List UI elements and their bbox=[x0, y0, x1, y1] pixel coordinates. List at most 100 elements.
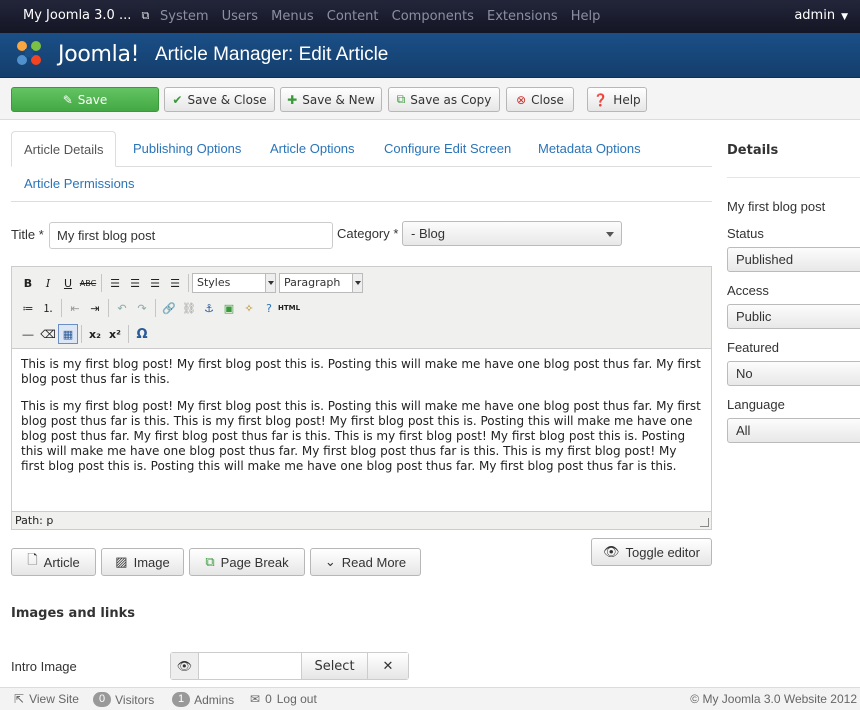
tab-article-permissions[interactable]: Article Permissions bbox=[24, 166, 135, 202]
access-label: Access bbox=[727, 283, 769, 298]
redo-icon[interactable]: ↷ bbox=[132, 298, 152, 318]
article-name: My first blog post bbox=[727, 199, 826, 214]
tab-article-details[interactable]: Article Details bbox=[11, 131, 117, 167]
help-button[interactable]: ❓ Help bbox=[587, 87, 647, 112]
italic-icon[interactable]: I bbox=[38, 273, 58, 293]
intro-image-label: Intro Image bbox=[11, 659, 77, 674]
user-menu[interactable]: admin ▼ bbox=[794, 8, 848, 23]
outdent-icon[interactable]: ⇤ bbox=[65, 298, 85, 318]
tabs-bottom-border bbox=[11, 201, 712, 202]
subscript-icon[interactable]: x₂ bbox=[85, 324, 105, 344]
save-close-button[interactable]: ✔ Save & Close bbox=[164, 87, 275, 112]
menu-extensions[interactable]: Extensions bbox=[487, 9, 558, 24]
html-source-icon[interactable]: HTML bbox=[278, 298, 300, 318]
intro-image-input[interactable] bbox=[200, 653, 301, 679]
resize-handle-icon[interactable] bbox=[700, 518, 709, 527]
access-select[interactable]: Public bbox=[727, 304, 860, 329]
tab-configure-edit-screen[interactable]: Configure Edit Screen bbox=[384, 131, 511, 167]
copyright: © My Joomla 3.0 Website 2012 bbox=[690, 692, 857, 706]
toggle-editor-button[interactable]: 👁 Toggle editor bbox=[591, 538, 712, 566]
details-heading: Details bbox=[727, 143, 779, 158]
page-break-label: Page Break bbox=[220, 554, 289, 570]
logo-text: Joomla! bbox=[58, 42, 140, 67]
indent-icon[interactable]: ⇥ bbox=[85, 298, 105, 318]
unlink-icon[interactable]: ⛓ bbox=[179, 298, 199, 318]
eraser-icon[interactable]: ⌫ bbox=[38, 324, 58, 344]
image-button-label: Image bbox=[133, 554, 170, 570]
format-dropdown-label: Paragraph bbox=[284, 276, 341, 289]
site-name[interactable]: My Joomla 3.0 ... bbox=[23, 8, 131, 23]
link-icon[interactable]: 🔗 bbox=[159, 298, 179, 318]
tab-publishing-options[interactable]: Publishing Options bbox=[133, 131, 241, 167]
format-dropdown[interactable]: Paragraph bbox=[279, 273, 363, 293]
status-select[interactable]: Published bbox=[727, 247, 860, 272]
logout-link[interactable]: ✉ 0 Log out bbox=[250, 692, 317, 706]
title-input[interactable]: My first blog post bbox=[49, 222, 333, 249]
align-center-icon[interactable]: ☰ bbox=[125, 273, 145, 293]
toolbar-separator bbox=[155, 299, 156, 317]
help-icon[interactable]: ? bbox=[259, 298, 279, 318]
superscript-icon[interactable]: x² bbox=[105, 324, 125, 344]
preview-eye-icon[interactable]: 👁 bbox=[171, 653, 199, 679]
editor-toolbar-row-2: ≔ ⒈ ⇤ ⇥ ↶ ↷ 🔗 ⛓ ⚓ ▣ ✧ ? HTML bbox=[18, 298, 300, 318]
menu-menus[interactable]: Menus bbox=[271, 9, 313, 24]
select-image-button[interactable]: Select bbox=[301, 653, 367, 679]
status-label: Status bbox=[727, 226, 764, 241]
featured-label: Featured bbox=[727, 340, 780, 355]
language-label: Language bbox=[727, 397, 785, 412]
featured-select[interactable]: No bbox=[727, 361, 860, 386]
category-select[interactable]: - Blog bbox=[402, 221, 622, 246]
site-link[interactable]: My Joomla 3.0 ... ⧉ bbox=[23, 8, 149, 23]
editor-toolbar-row-3: ― ⌫ ▦ x₂ x² Ω bbox=[18, 324, 152, 344]
align-left-icon[interactable]: ☰ bbox=[105, 273, 125, 293]
underline-icon[interactable]: U bbox=[58, 273, 78, 293]
align-right-icon[interactable]: ☰ bbox=[145, 273, 165, 293]
tab-article-options[interactable]: Article Options bbox=[270, 131, 355, 167]
mail-icon: ✉ bbox=[250, 692, 261, 706]
save-new-button[interactable]: ✚ Save & New bbox=[280, 87, 382, 112]
top-navbar: My Joomla 3.0 ... ⧉ System Users Menus C… bbox=[0, 0, 860, 33]
language-select[interactable]: All bbox=[727, 418, 860, 443]
close-button[interactable]: ⊗ Close bbox=[506, 87, 574, 112]
cleanup-icon[interactable]: ✧ bbox=[239, 298, 259, 318]
save-button[interactable]: ✎ Save bbox=[11, 87, 159, 112]
toolbar-separator bbox=[101, 274, 102, 292]
menu-help[interactable]: Help bbox=[571, 9, 601, 24]
numbered-list-icon[interactable]: ⒈ bbox=[38, 298, 58, 318]
visual-aid-icon[interactable]: ▦ bbox=[58, 324, 78, 344]
copy-icon: ⧉ bbox=[205, 554, 215, 569]
clear-image-icon[interactable]: ✕ bbox=[367, 653, 408, 679]
bullet-list-icon[interactable]: ≔ bbox=[18, 298, 38, 318]
image-insert-icon[interactable]: ▣ bbox=[219, 298, 239, 318]
page-break-button[interactable]: ⧉ Page Break bbox=[189, 548, 305, 576]
menu-content[interactable]: Content bbox=[327, 9, 379, 24]
tab-metadata-options[interactable]: Metadata Options bbox=[538, 131, 641, 167]
article-button-label: Article bbox=[43, 554, 80, 570]
strikethrough-icon[interactable]: ABC bbox=[78, 273, 98, 293]
horizontal-rule-icon[interactable]: ― bbox=[18, 324, 38, 344]
external-link-icon[interactable]: ⧉ bbox=[142, 9, 150, 23]
toolbar-separator bbox=[61, 299, 62, 317]
help-icon: ❓ bbox=[593, 92, 609, 107]
menu-system[interactable]: System bbox=[160, 9, 208, 24]
insert-image-button[interactable]: ▨ Image bbox=[101, 548, 184, 576]
caret-down-icon[interactable]: ▼ bbox=[841, 12, 848, 22]
align-justify-icon[interactable]: ☰ bbox=[165, 273, 185, 293]
special-character-icon[interactable]: Ω bbox=[132, 324, 152, 344]
user-name[interactable]: admin bbox=[794, 8, 835, 23]
menu-components[interactable]: Components bbox=[392, 9, 474, 24]
category-label: Category * bbox=[337, 226, 399, 241]
save-copy-button[interactable]: ⧉ Save as Copy bbox=[388, 87, 500, 112]
menu-users[interactable]: Users bbox=[222, 9, 258, 24]
share-icon: ⇱ bbox=[14, 692, 25, 706]
anchor-icon[interactable]: ⚓ bbox=[199, 298, 219, 318]
save-label: Save bbox=[77, 92, 108, 107]
bold-icon[interactable]: B bbox=[18, 273, 38, 293]
check-icon: ✔ bbox=[172, 92, 183, 107]
insert-article-button[interactable]: 🗋 Article bbox=[11, 548, 96, 576]
read-more-button[interactable]: ⌄ Read More bbox=[310, 548, 421, 576]
undo-icon[interactable]: ↶ bbox=[112, 298, 132, 318]
view-site-link[interactable]: ⇱ View Site bbox=[14, 692, 79, 706]
editor-content[interactable]: This is my first blog post! My first blo… bbox=[12, 348, 711, 512]
styles-dropdown[interactable]: Styles bbox=[192, 273, 276, 293]
